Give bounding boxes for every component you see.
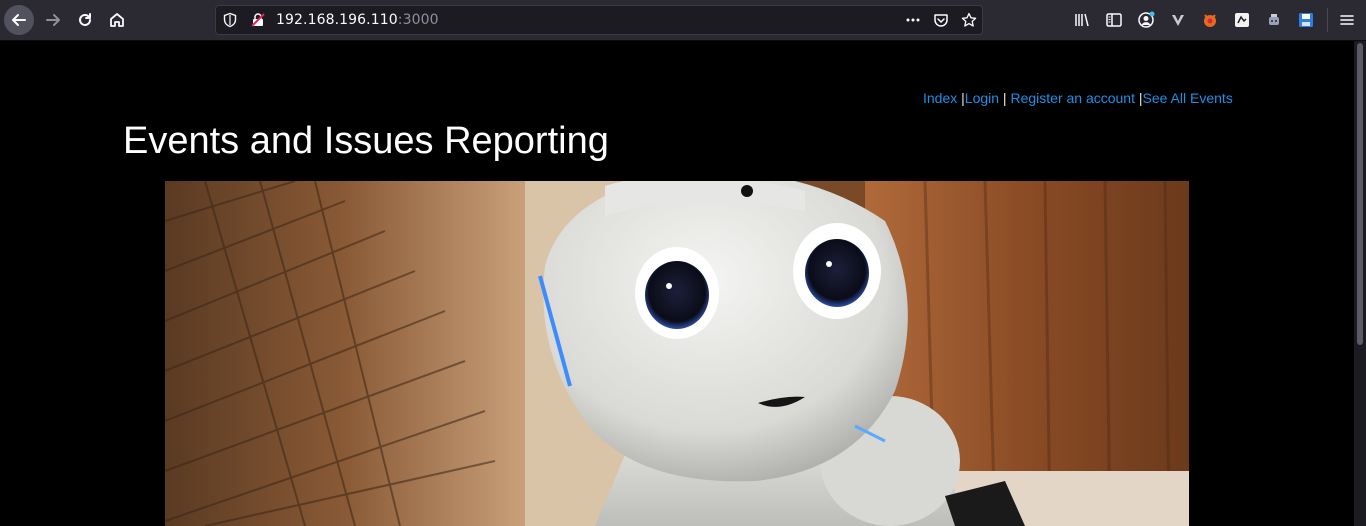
- library-icon[interactable]: [1073, 11, 1091, 29]
- toolbar-separator: [1327, 8, 1328, 32]
- nav-separator: |: [1135, 90, 1143, 106]
- insecure-lock-icon[interactable]: [250, 12, 266, 28]
- home-button[interactable]: [102, 5, 132, 35]
- url-host: 192.168.196.110: [276, 12, 398, 28]
- extension-save-icon[interactable]: [1297, 11, 1315, 29]
- pocket-icon[interactable]: [933, 12, 949, 28]
- nav-link-register[interactable]: Register an account: [1010, 90, 1135, 106]
- home-icon: [110, 13, 124, 27]
- reload-icon: [79, 13, 91, 26]
- more-dots-icon[interactable]: [905, 12, 921, 28]
- sidebar-icon[interactable]: [1105, 11, 1123, 29]
- url-bar[interactable]: 192.168.196.110:3000: [215, 5, 983, 35]
- url-text: 192.168.196.110:3000: [276, 12, 439, 28]
- back-button[interactable]: [4, 5, 34, 35]
- page-title: Events and Issues Reporting: [123, 120, 609, 162]
- page-scrollbar[interactable]: [1354, 41, 1366, 526]
- arrow-right-icon: [46, 14, 60, 26]
- arrow-left-icon: [12, 14, 26, 26]
- url-port: :3000: [397, 12, 439, 28]
- extension-robot-icon[interactable]: [1265, 11, 1283, 29]
- extension-card-icon[interactable]: [1233, 11, 1251, 29]
- nav-link-login[interactable]: Login: [965, 90, 999, 106]
- top-navigation: Index |Login | Register an account |See …: [923, 90, 1233, 106]
- hero-image: [165, 181, 1189, 526]
- extension-fox-icon[interactable]: [1201, 11, 1219, 29]
- shield-icon[interactable]: [222, 12, 238, 28]
- nav-link-index[interactable]: Index: [923, 90, 957, 106]
- account-icon[interactable]: [1137, 11, 1155, 29]
- nav-link-all-events[interactable]: See All Events: [1143, 90, 1233, 106]
- nav-separator: |: [957, 90, 965, 106]
- star-icon[interactable]: [961, 12, 977, 28]
- nav-separator: |: [999, 90, 1011, 106]
- browser-toolbar: 192.168.196.110:3000: [0, 0, 1366, 41]
- extension-v-icon[interactable]: [1169, 11, 1187, 29]
- robot-photo: [165, 181, 1189, 526]
- scrollbar-thumb[interactable]: [1357, 43, 1363, 345]
- reload-button[interactable]: [70, 5, 100, 35]
- hamburger-menu-icon[interactable]: [1338, 11, 1356, 29]
- forward-button[interactable]: [38, 5, 68, 35]
